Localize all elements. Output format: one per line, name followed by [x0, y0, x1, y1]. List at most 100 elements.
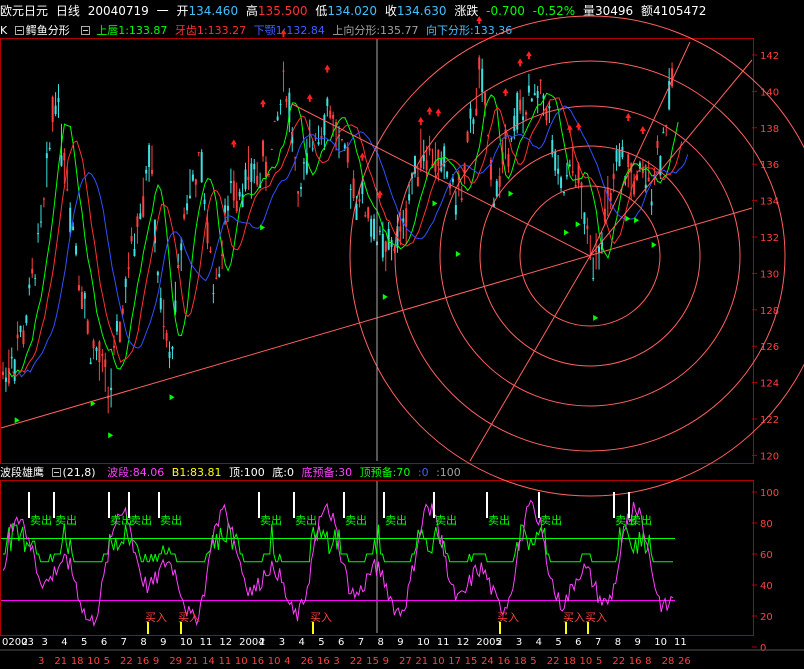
candle-body: [405, 208, 408, 227]
time-axis-day-label: 16: [317, 656, 330, 667]
candle-body: [54, 105, 57, 115]
down-fractal-arrow-icon: [575, 221, 581, 228]
osc-axis-label: 80: [760, 519, 773, 530]
candle-body: [34, 277, 37, 279]
candle-body: [69, 207, 72, 233]
candle-body: [224, 205, 227, 213]
buy-label: 买入: [310, 611, 332, 624]
candle-body: [364, 215, 367, 217]
candle-body: [323, 115, 326, 136]
down-fractal-arrow-icon: [508, 190, 514, 197]
trendline-fan-up: [589, 59, 753, 257]
wave-line: [2, 499, 674, 628]
time-axis-day-label: 5: [530, 656, 536, 667]
down-fractal-arrow-icon: [625, 215, 631, 222]
candle-body: [557, 168, 560, 174]
candle-body: [454, 205, 457, 215]
candle-body: [256, 175, 259, 185]
candle-body: [183, 214, 186, 219]
price-axis-label: 120: [760, 451, 779, 462]
candle-body: [89, 362, 92, 365]
price-axis-label: 132: [760, 233, 779, 244]
candle-body: [218, 274, 221, 277]
candle-body: [279, 103, 282, 105]
sell-label: 卖出: [30, 513, 52, 527]
up-fractal-arrow-icon: [502, 88, 509, 97]
candle-body: [197, 152, 200, 154]
candle-body: [206, 222, 209, 244]
candle-body: [562, 192, 565, 194]
candle-body: [244, 169, 247, 190]
candle-body: [373, 218, 376, 240]
time-axis-month-label: 6: [575, 637, 581, 648]
candle-body: [253, 163, 256, 170]
chart-canvas[interactable]: 1421401381361341321301281261241221201008…: [0, 0, 804, 669]
candle-body: [507, 154, 510, 167]
candle-body: [229, 181, 232, 183]
price-axis-label: 138: [760, 124, 779, 135]
candle-body: [539, 79, 542, 81]
up-fractal-arrow-icon: [417, 116, 424, 125]
candle-body: [75, 245, 78, 255]
time-axis-month-label: 12: [219, 637, 232, 648]
candle-body: [188, 195, 191, 199]
candle-body: [130, 236, 133, 242]
candle-body: [203, 199, 206, 205]
price-axis-label: 130: [760, 269, 779, 280]
candle-body: [498, 176, 501, 187]
up-fractal-arrow-icon: [525, 51, 532, 60]
candle-body: [484, 92, 487, 105]
candle-body: [95, 347, 98, 352]
candle-body: [42, 198, 45, 200]
up-fractal-arrow-icon: [280, 29, 287, 38]
candle-body: [209, 250, 212, 253]
candle-body: [136, 216, 139, 227]
down-fractal-arrow-icon: [634, 217, 640, 224]
time-axis-month-label: 5: [318, 637, 324, 648]
candle-body: [571, 171, 574, 173]
time-axis-month-label: 9: [160, 637, 166, 648]
candle-body: [39, 221, 42, 223]
time-axis-day-label: 16: [629, 656, 642, 667]
time-axis-month-label: 5: [81, 637, 87, 648]
candle-body: [238, 191, 241, 197]
candle-body: [378, 230, 381, 232]
candle-body: [583, 212, 586, 224]
candle-body: [367, 207, 370, 219]
down-fractal-arrow-icon: [455, 251, 461, 258]
candle-body: [101, 353, 104, 356]
candle-body: [647, 177, 650, 182]
up-fractal-arrow-icon: [230, 139, 237, 148]
candle-body: [568, 164, 571, 167]
candle-body: [247, 176, 250, 180]
candle-body: [86, 320, 89, 334]
time-axis-day-label: 28: [662, 656, 675, 667]
candle-body: [428, 148, 431, 151]
buy-label: 买入: [585, 611, 607, 624]
candle-body: [481, 68, 484, 92]
candle-body: [276, 116, 279, 121]
trendline-fan-steep: [589, 41, 691, 257]
candle-body: [530, 98, 533, 102]
candle-body: [545, 108, 548, 121]
candle-body: [621, 146, 624, 158]
osc-axis-label: 100: [760, 488, 779, 499]
gann-circle: [349, 15, 804, 497]
candle-body: [22, 330, 25, 345]
candle-body: [92, 340, 95, 349]
candle-body: [612, 173, 615, 180]
candle-body: [536, 91, 539, 98]
time-axis-month-label: 2: [496, 637, 502, 648]
candle-body: [592, 278, 595, 280]
time-axis-day-label: 10: [87, 656, 100, 667]
time-axis-day-label: 3: [333, 656, 339, 667]
time-axis-month-label: 5: [555, 637, 561, 648]
time-axis-day-label: 3: [38, 656, 44, 667]
candle-body: [522, 116, 525, 121]
down-fractal-arrow-icon: [108, 432, 114, 439]
buy-label: 买入: [178, 611, 200, 624]
candle-body: [408, 194, 411, 201]
time-axis-month-label: 8: [140, 637, 146, 648]
candle-body: [297, 191, 300, 194]
candle-body: [285, 98, 288, 102]
